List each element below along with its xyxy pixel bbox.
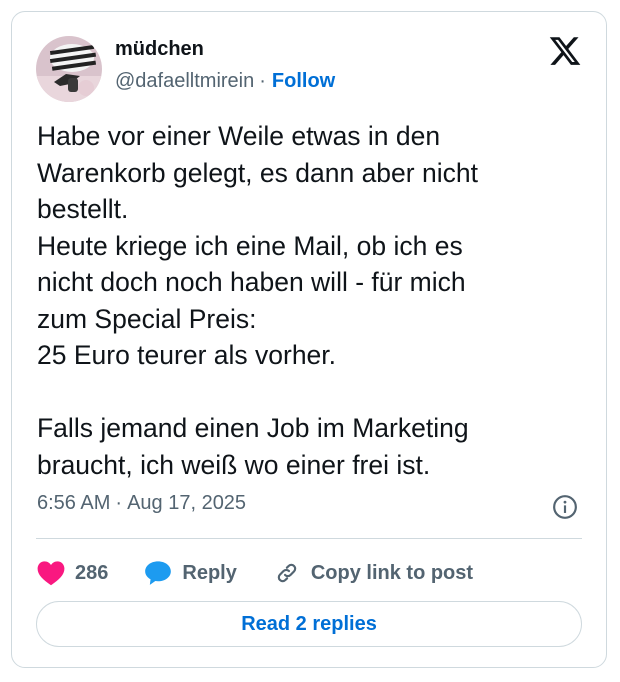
read-replies-button[interactable]: Read 2 replies <box>36 601 582 647</box>
display-name[interactable]: müdchen <box>115 38 204 61</box>
tweet-card: müdchen @dafaelltmirein · Follow Habe vor … <box>11 11 607 668</box>
divider <box>36 538 582 539</box>
link-icon <box>277 563 297 583</box>
speech-bubble-icon <box>145 561 172 585</box>
tweet-date: Aug 17, 2025 <box>127 492 247 514</box>
action-bar: 286 Reply Copy link to post <box>37 552 509 594</box>
tweet-timestamp[interactable]: 6:56 AM · Aug 17, 2025 <box>37 492 246 515</box>
reply-button[interactable]: Reply <box>144 560 237 586</box>
heart-icon <box>37 561 65 586</box>
meta-separator: · <box>115 492 123 514</box>
handle[interactable]: @dafaelltmirein <box>115 70 254 92</box>
like-button[interactable]: 286 <box>37 560 108 586</box>
follow-button[interactable]: Follow <box>272 70 335 92</box>
info-icon[interactable] <box>552 494 578 520</box>
tweet-time: 6:56 AM <box>37 492 111 514</box>
copy-link-button[interactable]: Copy link to post <box>273 560 473 586</box>
avatar-image <box>36 36 102 102</box>
avatar[interactable] <box>36 36 102 102</box>
handle-separator: · <box>259 70 266 92</box>
like-count: 286 <box>75 561 109 584</box>
handle-row: @dafaelltmirein · Follow <box>115 70 335 93</box>
copy-link-label: Copy link to post <box>310 561 474 584</box>
tweet-text: Habe vor einer Weile etwas in den Warenk… <box>37 121 478 480</box>
x-logo-icon[interactable] <box>548 34 582 68</box>
reply-label: Reply <box>182 561 237 584</box>
